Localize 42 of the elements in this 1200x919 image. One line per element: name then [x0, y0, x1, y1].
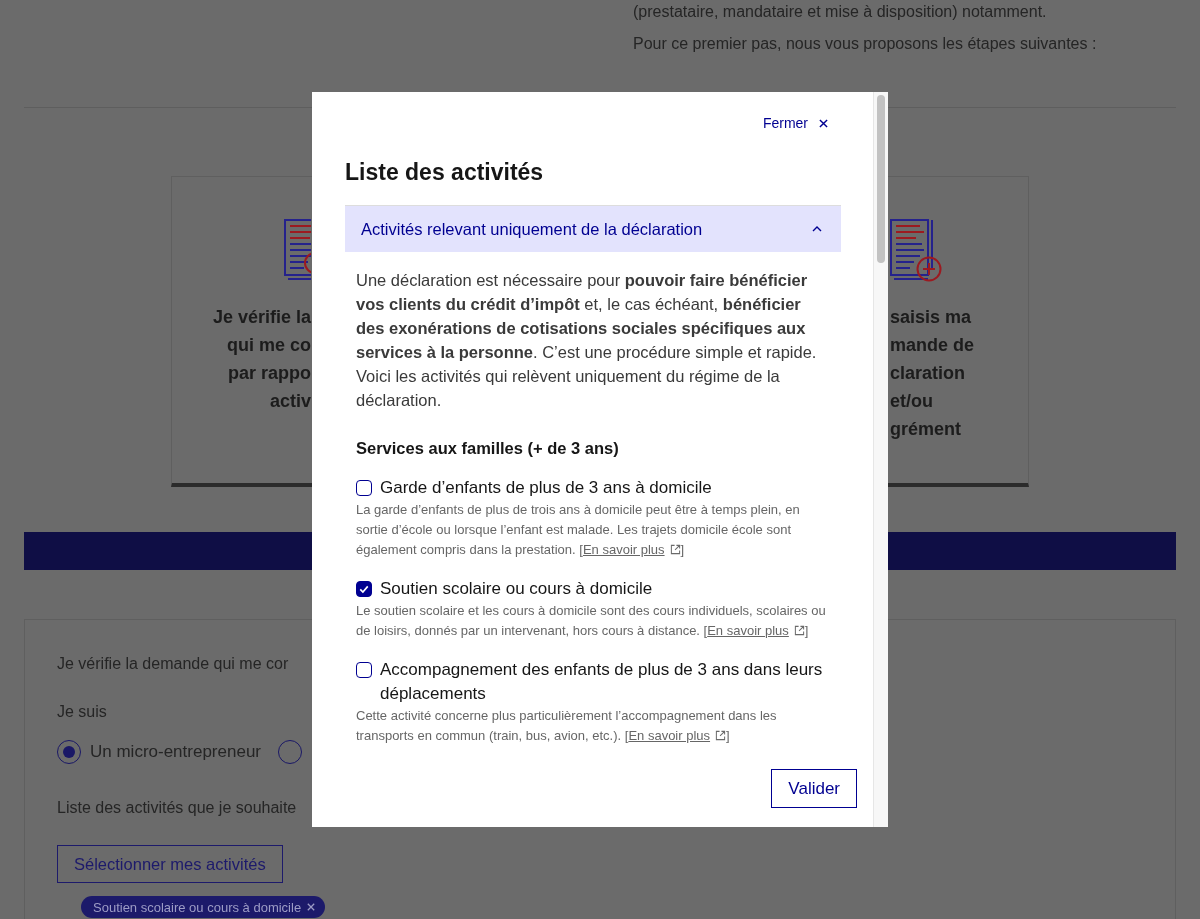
- checkbox[interactable]: [356, 480, 372, 496]
- modal-title: Liste des activités: [345, 158, 545, 186]
- activity-description: Le soutien scolaire et les cours à domicile sont des cours individuels, scolaires ou de loisirs, donnés par un intervenant, hors cours à distance. [En savoir plus ]: [356, 602, 827, 640]
- learn-more-link[interactable]: En savoir plus: [582, 542, 681, 557]
- card-title-line: et/ou: [890, 390, 933, 413]
- field-label: Liste des activités que je souhaite: [57, 798, 297, 818]
- field-label: Je suis: [57, 702, 107, 722]
- accordion-header[interactable]: Activités relevant uniquement de la déclaration: [345, 205, 841, 252]
- card-title-line: claration: [890, 362, 966, 385]
- external-link-icon: [793, 625, 805, 636]
- close-button[interactable]: Fermer: [754, 107, 836, 139]
- card-title-line: mande de: [890, 334, 975, 357]
- paragraph-text: Pour ce premier pas, nous vous proposons les étapes suivantes :: [633, 34, 1098, 54]
- learn-more-link[interactable]: En savoir plus: [707, 623, 805, 638]
- scrollbar-thumb[interactable]: [877, 95, 885, 263]
- paragraph-text: (prestataire, mandataire et mise à disposition) notamment.: [633, 2, 1048, 22]
- card-title-line: saisis ma: [890, 306, 972, 329]
- card-title-line: par rappo: [228, 362, 311, 385]
- close-icon: [819, 118, 828, 128]
- checkbox[interactable]: [356, 662, 372, 678]
- external-link-icon: [715, 730, 727, 741]
- activity-description: La garde d’enfants de plus de trois ans à domicile peut être à temps plein, en sortie d’école ou lorsque l’enfant est malade. Les trajets domicile école sont également compris dans la prestation. [En savoir plus ]: [356, 501, 801, 559]
- activity-tag[interactable]: Soutien scolaire ou cours à domicile: [81, 896, 326, 918]
- close-icon: [307, 903, 316, 911]
- card-title-line: Je vérifie la: [212, 306, 311, 329]
- checkbox-label[interactable]: Garde d’enfants de plus de 3 ans à domicile: [380, 476, 712, 500]
- checkbox-label[interactable]: Soutien scolaire ou cours à domicile: [380, 577, 653, 601]
- intro-paragraph: Une déclaration est nécessaire pour pouvoir faire bénéficier vos clients du crédit d’impôt et, le cas échéant, bénéficier des exonérations de cotisations sociales spécifiques aux services à la personne. C’est une procédure simple et rapide. Voici les activités qui relèvent uniquement du régime de la déclaration.: [356, 270, 818, 411]
- chevron-icon: [812, 226, 822, 232]
- learn-more-link[interactable]: En savoir plus: [628, 728, 727, 743]
- card-title-line: activ: [269, 390, 311, 413]
- card-title-line: grément: [890, 418, 961, 441]
- validate-button[interactable]: Valider: [771, 769, 857, 808]
- external-link-icon: [669, 544, 681, 555]
- checkbox-label[interactable]: Accompagnement des enfants de plus de 3 ans dans leurs déplacements: [380, 658, 841, 706]
- document-plus-icon: [890, 218, 942, 282]
- card-title-line: qui me co: [227, 334, 311, 357]
- document-icon: [284, 218, 311, 282]
- form-text: Je vérifie la demande qui me cor: [57, 654, 289, 674]
- group-title: Services aux familles (+ de 3 ans): [356, 438, 620, 459]
- activity-description: Cette activité concerne plus particulièrement l’accompagnement dans les transports en commun (train, bus, avion, etc.). [En savoir plus ]: [356, 707, 778, 745]
- checkbox[interactable]: [356, 581, 372, 597]
